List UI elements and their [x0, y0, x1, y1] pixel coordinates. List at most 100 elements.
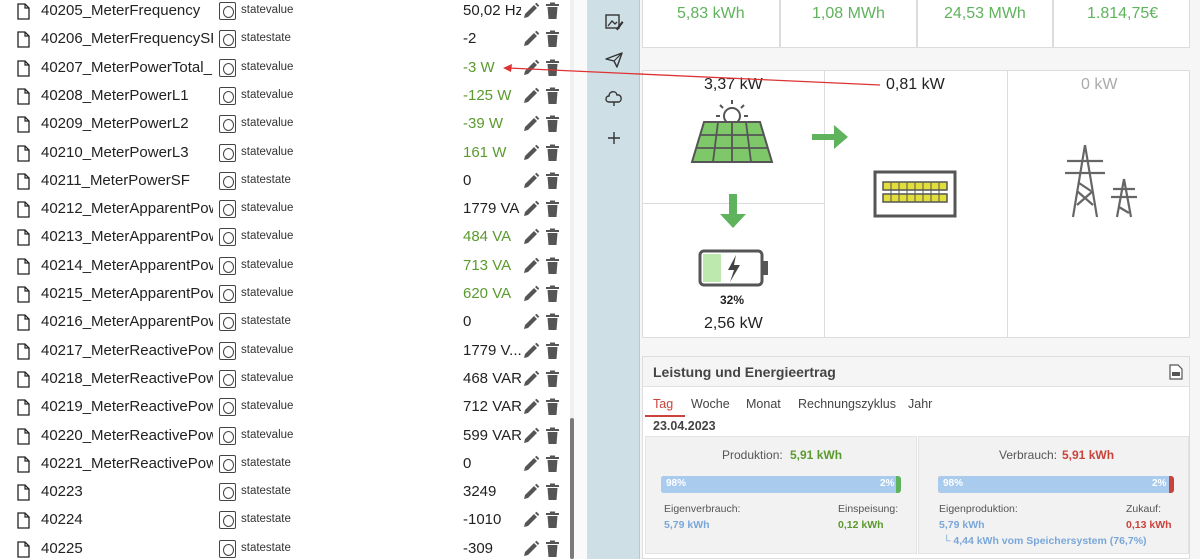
delete-icon[interactable] [545, 172, 560, 190]
delete-icon[interactable] [545, 2, 560, 20]
state-type-icon[interactable] [219, 171, 236, 190]
state-type-icon[interactable] [219, 398, 236, 417]
delete-icon[interactable] [545, 483, 560, 501]
object-name[interactable]: 40216_MeterApparentPowe [41, 313, 213, 330]
table-row[interactable]: 40214_MeterApparentPowe statevalue 713 VA [0, 255, 570, 283]
table-row[interactable]: 40221_MeterReactivePower statestate 0 [0, 453, 570, 481]
state-type-icon[interactable] [219, 58, 236, 77]
table-row[interactable]: 40213_MeterApparentPowe statevalue 484 VA [0, 226, 570, 254]
object-name[interactable]: 40210_MeterPowerL3 [41, 144, 213, 161]
delete-icon[interactable] [545, 144, 560, 162]
object-value[interactable]: 599 VAR [463, 427, 521, 444]
tab-month[interactable]: Monat [746, 397, 781, 411]
object-name[interactable]: 40206_MeterFrequencySF [41, 30, 213, 47]
state-type-icon[interactable] [219, 285, 236, 303]
object-name[interactable]: 40213_MeterApparentPowe [41, 228, 213, 245]
state-type-icon[interactable] [219, 115, 236, 134]
edit-icon[interactable] [522, 427, 540, 445]
object-name[interactable]: 40220_MeterReactivePower [41, 427, 213, 444]
object-value[interactable]: 0 [463, 455, 521, 472]
object-name[interactable]: 40217_MeterReactivePower [41, 342, 213, 359]
table-row[interactable]: 40220_MeterReactivePower statevalue 599 VA… [0, 425, 570, 453]
send-icon[interactable] [604, 50, 624, 70]
edit-icon[interactable] [522, 87, 540, 105]
table-row[interactable]: 40205_MeterFrequency statevalue 50,02 Hz [0, 0, 570, 28]
edit-icon[interactable] [522, 115, 540, 133]
object-value[interactable]: 0 [463, 313, 521, 330]
object-name[interactable]: 40212_MeterApparentPowe [41, 200, 213, 217]
state-type-icon[interactable] [219, 200, 236, 219]
edit-icon[interactable] [522, 511, 540, 529]
add-icon[interactable] [604, 128, 624, 148]
state-type-icon[interactable] [219, 256, 236, 275]
edit-icon[interactable] [522, 370, 540, 388]
tab-year[interactable]: Jahr [908, 397, 932, 411]
panel-divider[interactable] [574, 0, 588, 559]
edit-icon[interactable] [522, 455, 540, 473]
object-value[interactable]: 1779 VA [463, 200, 521, 217]
delete-icon[interactable] [545, 30, 560, 48]
object-value[interactable]: -39 W [463, 115, 521, 132]
edit-icon[interactable] [522, 144, 540, 162]
table-row[interactable]: 40224 statestate -1010 [0, 509, 570, 537]
edit-icon[interactable] [522, 30, 540, 48]
edit-icon[interactable] [522, 2, 540, 20]
state-type-icon[interactable] [219, 313, 236, 332]
object-value[interactable]: -3 W [463, 59, 521, 76]
object-value[interactable]: 468 VAR [463, 370, 521, 387]
object-value[interactable]: 713 VA [463, 257, 521, 274]
state-type-icon[interactable] [219, 30, 236, 49]
object-name[interactable]: 40224 [41, 511, 213, 528]
edit-icon[interactable] [522, 200, 540, 218]
object-name[interactable]: 40209_MeterPowerL2 [41, 115, 213, 132]
state-type-icon[interactable] [219, 86, 236, 105]
edit-icon[interactable] [522, 172, 540, 190]
edit-icon[interactable] [522, 59, 540, 77]
delete-icon[interactable] [545, 313, 560, 331]
delete-icon[interactable] [545, 540, 560, 558]
edit-icon[interactable] [522, 398, 540, 416]
table-row[interactable]: 40212_MeterApparentPowe statevalue 1779 VA [0, 198, 570, 226]
table-row[interactable]: 40210_MeterPowerL3 statevalue 161 W [0, 142, 570, 170]
object-name[interactable]: 40225 [41, 540, 213, 557]
delete-icon[interactable] [545, 257, 560, 275]
delete-icon[interactable] [545, 285, 560, 303]
delete-icon[interactable] [545, 115, 560, 133]
csv-export-icon[interactable] [1169, 364, 1183, 380]
table-row[interactable]: 40215_MeterApparentPowe statevalue 620 VA [0, 283, 570, 311]
state-type-icon[interactable] [219, 2, 236, 20]
table-row[interactable]: 40218_MeterReactivePower statevalue 468 VA… [0, 368, 570, 396]
object-name[interactable]: 40207_MeterPowerTotal_Ne [41, 59, 213, 76]
tab-day[interactable]: Tag [653, 397, 673, 411]
object-value[interactable]: 620 VA [463, 285, 521, 302]
delete-icon[interactable] [545, 398, 560, 416]
edit-icon[interactable] [522, 257, 540, 275]
object-value[interactable]: -309 [463, 540, 521, 557]
state-type-icon[interactable] [219, 454, 236, 473]
delete-icon[interactable] [545, 59, 560, 77]
object-name[interactable]: 40223 [41, 483, 213, 500]
state-type-icon[interactable] [219, 539, 236, 558]
object-name[interactable]: 40218_MeterReactivePower [41, 370, 213, 387]
tab-billing-cycle[interactable]: Rechnungszyklus [798, 397, 896, 411]
state-type-icon[interactable] [219, 341, 236, 360]
state-type-icon[interactable] [219, 228, 236, 247]
object-name[interactable]: 40214_MeterApparentPowe [41, 257, 213, 274]
object-value[interactable]: 3249 [463, 483, 521, 500]
delete-icon[interactable] [545, 427, 560, 445]
object-name[interactable]: 40211_MeterPowerSF [41, 172, 213, 189]
object-value[interactable]: -2 [463, 30, 521, 47]
delete-icon[interactable] [545, 455, 560, 473]
table-row[interactable]: 40208_MeterPowerL1 statevalue -125 W [0, 85, 570, 113]
delete-icon[interactable] [545, 342, 560, 360]
state-type-icon[interactable] [219, 369, 236, 388]
object-value[interactable]: 50,02 Hz [463, 2, 521, 19]
object-name[interactable]: 40215_MeterApparentPowe [41, 285, 213, 302]
state-type-icon[interactable] [219, 511, 236, 530]
object-value[interactable]: 1779 V... [463, 342, 521, 359]
delete-icon[interactable] [545, 511, 560, 529]
edit-icon[interactable] [522, 313, 540, 331]
object-value[interactable]: -125 W [463, 87, 521, 104]
table-row[interactable]: 40223 statestate 3249 [0, 481, 570, 509]
edit-image-icon[interactable] [604, 12, 624, 32]
